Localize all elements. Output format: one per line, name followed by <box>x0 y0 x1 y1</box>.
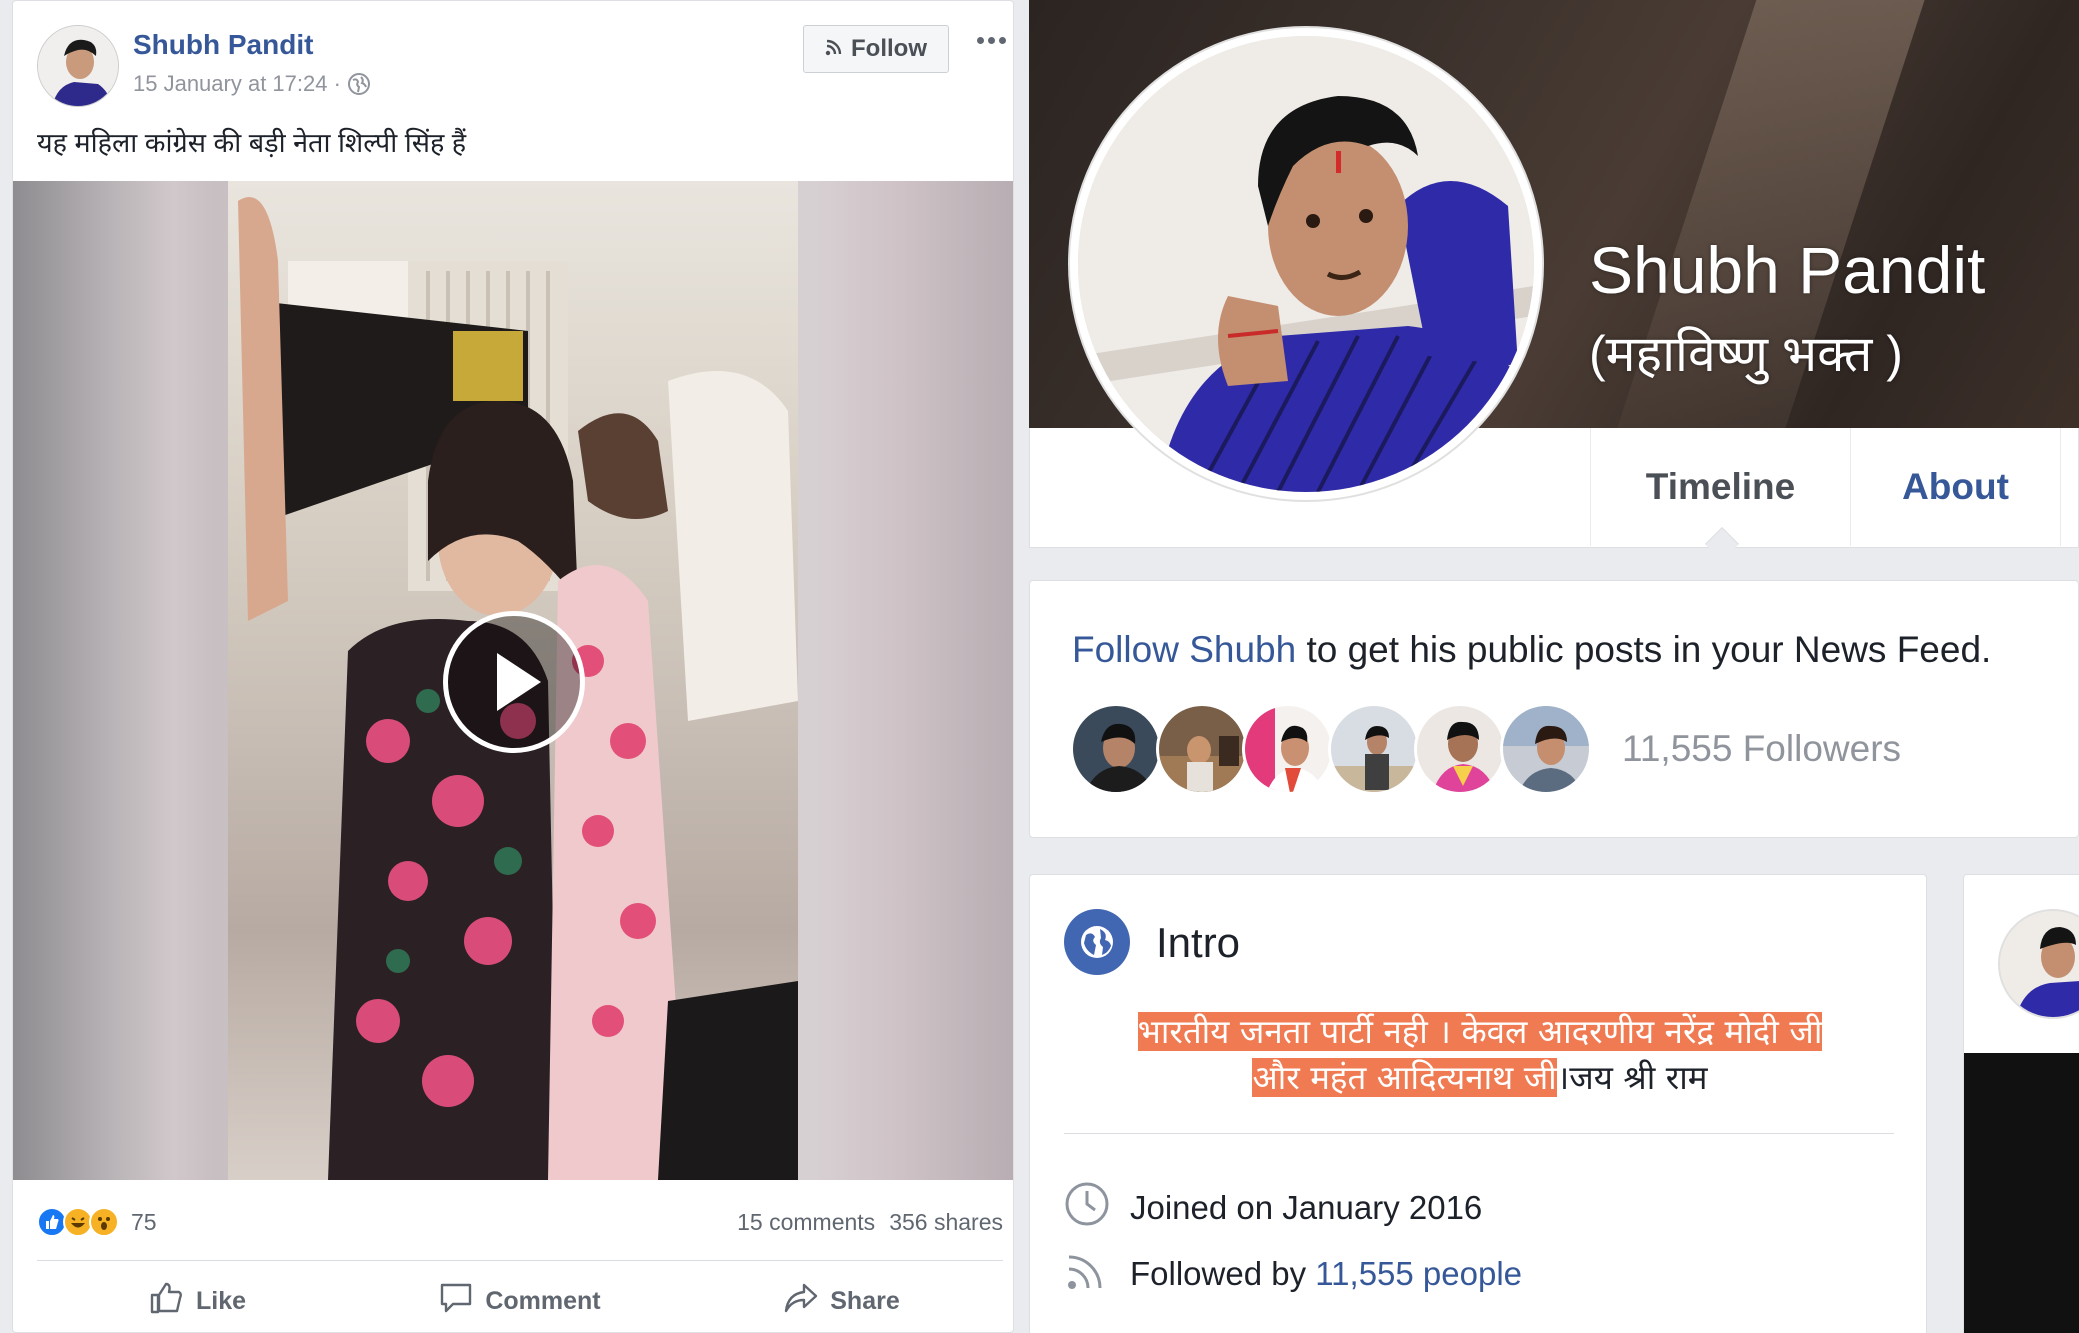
post-timestamp[interactable]: 15 January at 17:24 · <box>133 71 341 97</box>
bio-highlight: और महंत आदित्यनाथ जी <box>1252 1058 1557 1097</box>
shares-count[interactable]: 356 shares <box>889 1209 1003 1236</box>
share-label: Share <box>830 1286 900 1315</box>
post-text: यह महिला कांग्रेस की बड़ी नेता शिल्पी सि… <box>37 128 467 158</box>
bio-highlight: भारतीय जनता पार्टी नही । केवल आदरणीय नरे… <box>1137 1012 1823 1051</box>
followed-by-prefix: Followed by <box>1130 1255 1316 1292</box>
post-author-name[interactable]: Shubh Pandit <box>133 29 313 61</box>
share-icon <box>784 1282 818 1321</box>
clock-icon <box>1064 1181 1110 1235</box>
comment-button[interactable]: Comment <box>359 1282 681 1321</box>
tab-more[interactable] <box>2060 428 2079 546</box>
follow-prompt-text: to get his public posts in your News Fee… <box>1296 629 1992 670</box>
reaction-count[interactable]: 75 <box>131 1209 157 1236</box>
profile-alternate-name: (महाविष्णु भक्त ) <box>1589 326 1903 382</box>
like-button[interactable]: Like <box>37 1282 359 1321</box>
globe-icon <box>1064 909 1130 975</box>
profile-name[interactable]: Shubh Pandit <box>1589 232 1985 308</box>
rss-icon <box>1064 1247 1110 1301</box>
followers-count[interactable]: 11,555 Followers <box>1622 728 1901 770</box>
intro-title: Intro <box>1156 919 1241 966</box>
rss-icon <box>825 35 843 63</box>
followed-by-link[interactable]: 11,555 people <box>1315 1255 1522 1292</box>
follower-avatar[interactable] <box>1156 703 1248 795</box>
reactions-row: 75 15 comments 356 shares <box>37 1197 1003 1247</box>
profile-picture-image <box>1078 36 1534 492</box>
post-meta: 15 January at 17:24 · <box>133 71 371 97</box>
followers-row: 11,555 Followers <box>1070 703 1901 795</box>
reaction-icons[interactable] <box>37 1207 119 1237</box>
comment-label: Comment <box>485 1286 601 1315</box>
post-card: Shubh Pandit 15 January at 17:24 · Follo… <box>12 0 1014 1333</box>
bio-text: ।जय श्री राम <box>1556 1058 1708 1097</box>
follow-prompt: Follow Shubh to get his public posts in … <box>1072 629 1991 671</box>
side-photo[interactable] <box>1964 1053 2079 1333</box>
intro-card: Intro भारतीय जनता पार्टी नही । केवल आदरण… <box>1029 874 1927 1333</box>
post-actions: Like Comment Share <box>37 1273 1003 1329</box>
more-options-icon[interactable] <box>971 25 1011 55</box>
divider <box>1064 1133 1894 1134</box>
joined-info: Joined on January 2016 <box>1064 1181 1482 1235</box>
divider <box>37 1260 1003 1261</box>
comment-icon <box>439 1282 473 1321</box>
follower-avatar[interactable] <box>1070 703 1162 795</box>
globe-icon <box>347 72 371 96</box>
side-profile-thumbnail[interactable] <box>1998 909 2079 1019</box>
photos-card <box>1963 874 2079 1333</box>
share-button[interactable]: Share <box>681 1282 1003 1321</box>
play-icon[interactable] <box>443 611 585 753</box>
follower-avatar[interactable] <box>1328 703 1420 795</box>
followed-by-info: Followed by 11,555 people <box>1064 1247 1522 1301</box>
video-player[interactable] <box>13 181 1013 1180</box>
follow-shubh-link[interactable]: Follow Shubh <box>1072 629 1296 670</box>
post-author-avatar[interactable] <box>37 25 119 107</box>
follow-button[interactable]: Follow <box>803 25 949 73</box>
follower-avatar[interactable] <box>1500 703 1592 795</box>
like-label: Like <box>195 1286 247 1315</box>
profile-picture[interactable] <box>1070 28 1542 500</box>
intro-bio: भारतीय जनता पार्टी नही । केवल आदरणीय नरे… <box>1070 1009 1890 1101</box>
follower-avatar[interactable] <box>1414 703 1506 795</box>
followed-by-text: Followed by 11,555 people <box>1130 1255 1522 1293</box>
thumbs-up-icon <box>150 1282 184 1321</box>
follow-prompt-card: Follow Shubh to get his public posts in … <box>1029 580 2079 838</box>
follower-avatar[interactable] <box>1242 703 1334 795</box>
comments-count[interactable]: 15 comments <box>737 1209 875 1236</box>
post-stats: 15 comments 356 shares <box>737 1209 1003 1236</box>
tab-about[interactable]: About <box>1850 428 2060 546</box>
wow-reaction-icon <box>89 1207 119 1237</box>
joined-text: Joined on January 2016 <box>1130 1189 1483 1226</box>
follow-button-label: Follow <box>851 35 927 62</box>
